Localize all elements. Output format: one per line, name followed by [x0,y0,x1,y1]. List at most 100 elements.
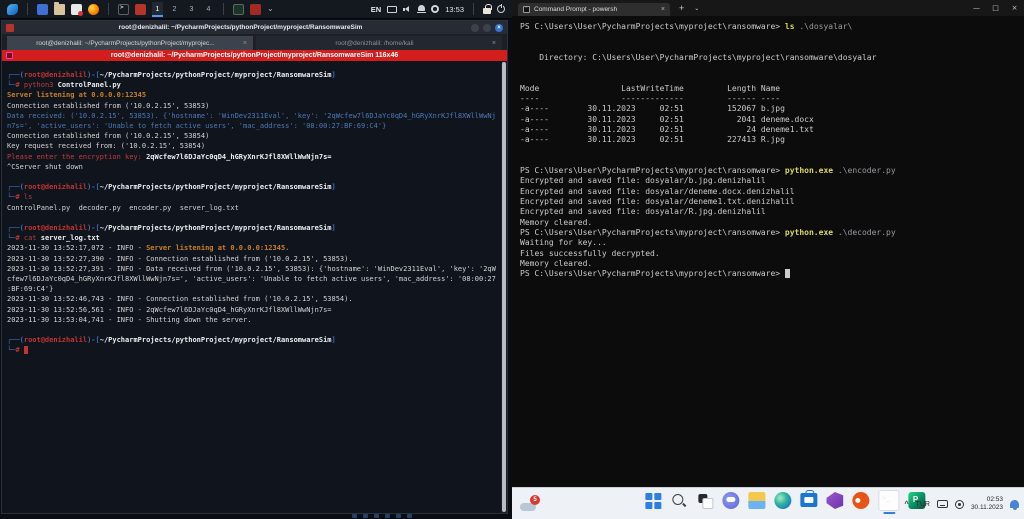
terminal-text-segment: cfew7l6DJaYc0qD4_hGRyXnrKJfl8XWllWwNjn7s… [7,275,496,283]
terminal-scrollbar[interactable] [501,61,507,513]
window-controls: — □ × [967,0,1024,16]
workspace-3[interactable]: 3 [186,2,197,17]
workspace-1[interactable]: 1 [152,2,163,17]
maximize-button[interactable]: □ [986,0,1005,16]
terminal-text-segment [785,269,790,278]
tray-app-red-icon[interactable] [250,4,261,15]
firefox-icon[interactable] [88,4,99,15]
scrollbar-thumb[interactable] [502,62,506,512]
kali-terminal-output[interactable]: ┌──(root@denizhalil)-[~/PycharmProjects/… [2,61,501,513]
terminal-line: 2023-11-30 13:52:17,072 - INFO - Server … [7,243,498,253]
widgets-button[interactable]: 5 [520,495,540,513]
task-view-icon[interactable] [696,492,713,509]
terminal-text-segment: ~/PycharmProjects/pythonProject/myprojec… [100,336,332,344]
terminal-line: PS C:\Users\User\PycharmProjects\myproje… [520,166,1024,176]
power-icon[interactable] [497,5,505,13]
text-editor-icon[interactable] [71,4,82,15]
terminal-text-segment: Waiting for key... [520,238,607,247]
terminal-line [520,73,1024,83]
terminal-line: ControlPanel.py decoder.py encoder.py se… [7,203,498,213]
kali-panel-right: EN 13:53 [371,3,505,15]
terminal-text-segment: ┌──( [7,183,24,191]
terminal-text-segment: Directory: C:\Users\User\PycharmProjects… [520,53,876,62]
keyboard-icon[interactable] [937,500,948,508]
terminal-text-segment: ~/PycharmProjects/pythonProject/myprojec… [100,183,332,191]
ubuntu-icon[interactable] [852,492,869,509]
minimize-button[interactable] [471,24,479,32]
tab-close-icon[interactable]: × [661,6,665,13]
bell-icon[interactable] [418,5,425,11]
terminal-text-segment: )-[ [87,224,100,232]
tray-settings-icon[interactable] [955,500,964,509]
vm-status-icons [352,514,472,518]
close-button[interactable]: × [1005,0,1024,16]
terminal-line: ┌──(root@denizhalil)-[~/PycharmProjects/… [7,223,498,233]
search-icon[interactable] [670,492,687,509]
terminal-line: Files successfully decrypted. [520,249,1024,259]
terminal-text-segment: -a---- 30.11.2023 02:51 2041 deneme.docx [520,115,814,124]
maximize-button[interactable] [483,24,491,32]
terminal-text-segment: 2023-11-30 13:52:56,561 - INFO - 2qWcfew… [7,306,332,314]
banner-text: root@denizhalil: ~/PycharmProjects/pytho… [111,52,399,59]
terminal-line: Connection established from ('10.0.2.15'… [7,131,498,141]
terminal-text-segment: ] [332,224,336,232]
keyboard-layout-indicator[interactable]: EN [371,5,381,14]
chevron-up-icon[interactable]: ^ [904,501,908,508]
tab-dropdown-icon[interactable]: ⌄ [694,5,699,12]
tab-label: root@denizhalil: ~/PycharmProjects/pytho… [13,40,238,47]
taskbar-center-icons [644,492,925,511]
terminal-line: Please enter the encryption key: 2qWcfew… [7,152,498,162]
tab-close-icon[interactable]: × [492,40,496,47]
record-icon[interactable] [431,5,439,13]
lock-icon[interactable] [483,8,491,14]
terminal-text-segment: .\dosyalar\ [795,22,853,31]
terminal-line: └─# ls [7,192,498,202]
file-explorer-icon[interactable] [748,492,765,509]
terminal-text-segment: n7s=', 'active_users': 'Unable to fetch … [7,122,386,130]
store-icon[interactable] [800,493,817,507]
powershell-output[interactable]: PS C:\Users\User\PycharmProjects\myproje… [512,16,1024,480]
terminal-text-segment: Memory cleared. [520,259,592,268]
terminal-text-segment: python.exe [785,228,833,237]
notification-bell-icon[interactable] [1010,500,1019,508]
visual-studio-icon[interactable] [826,492,843,509]
terminal-text-segment: 2023-11-30 13:52:27,390 - INFO - Connect… [7,255,353,263]
file-manager-icon[interactable] [54,4,65,15]
terminal-line: 2023-11-30 13:52:27,390 - INFO - Connect… [7,254,498,264]
terminal-line [520,63,1024,73]
terminal-line: cfew7l6DJaYc0qD4_hGRyXnrKJfl8XWllWwNjn7s… [7,274,498,284]
chat-icon[interactable] [722,492,739,509]
volume-icon[interactable] [403,5,412,14]
workspace-2[interactable]: 2 [169,2,180,17]
app-window-icon[interactable] [37,4,48,15]
minimize-button[interactable]: — [967,0,986,16]
tab-close-icon[interactable]: × [243,40,247,47]
close-button[interactable]: × [495,24,503,32]
terminal-tab-home-kali[interactable]: root@denizhalil: /home/kali × [256,36,502,50]
taskbar-clock[interactable]: 02:53 30.11.2023 [971,496,1003,512]
terminal-line: 2023-11-30 13:53:04,741 - INFO - Shuttin… [7,315,498,325]
terminal-tab-ransomwaresim[interactable]: root@denizhalil: ~/PycharmProjects/pytho… [7,36,253,50]
chevron-down-icon[interactable]: ⌄ [267,4,274,14]
screenshot-tool-icon[interactable] [135,4,146,15]
workspace-4[interactable]: 4 [203,2,214,17]
terminal-tab-command-prompt[interactable]: Command Prompt - powersh × [518,3,670,16]
windows-terminal-taskbar-button[interactable] [878,490,899,511]
terminal-line: PS C:\Users\User\PycharmProjects\myproje… [520,228,1024,238]
terminal-text-segment: ] [332,71,336,79]
start-button[interactable] [644,492,661,509]
language-indicator[interactable]: TUR [916,501,930,508]
terminal-text-segment: .\decoder.py [833,228,896,237]
kali-menu-icon[interactable] [7,4,18,15]
vm-status-icon [385,514,390,518]
clock[interactable]: 13:53 [445,5,464,14]
window-titlebar[interactable]: root@denizhalil: ~/PycharmProjects/pytho… [2,21,507,34]
terminal-text-segment: -a---- 30.11.2023 02:51 227413 R.jpg [520,135,785,144]
terminal-launcher-icon[interactable] [118,4,129,15]
display-icon[interactable] [387,6,397,13]
terminal-text-segment: ControlPanel.py [53,81,120,89]
new-tab-button[interactable]: + [679,3,684,13]
tray-app-green-icon[interactable] [233,4,244,15]
terminal-text-segment: PS C:\Users\User\PycharmProjects\myproje… [520,228,785,237]
edge-icon[interactable] [774,492,791,509]
